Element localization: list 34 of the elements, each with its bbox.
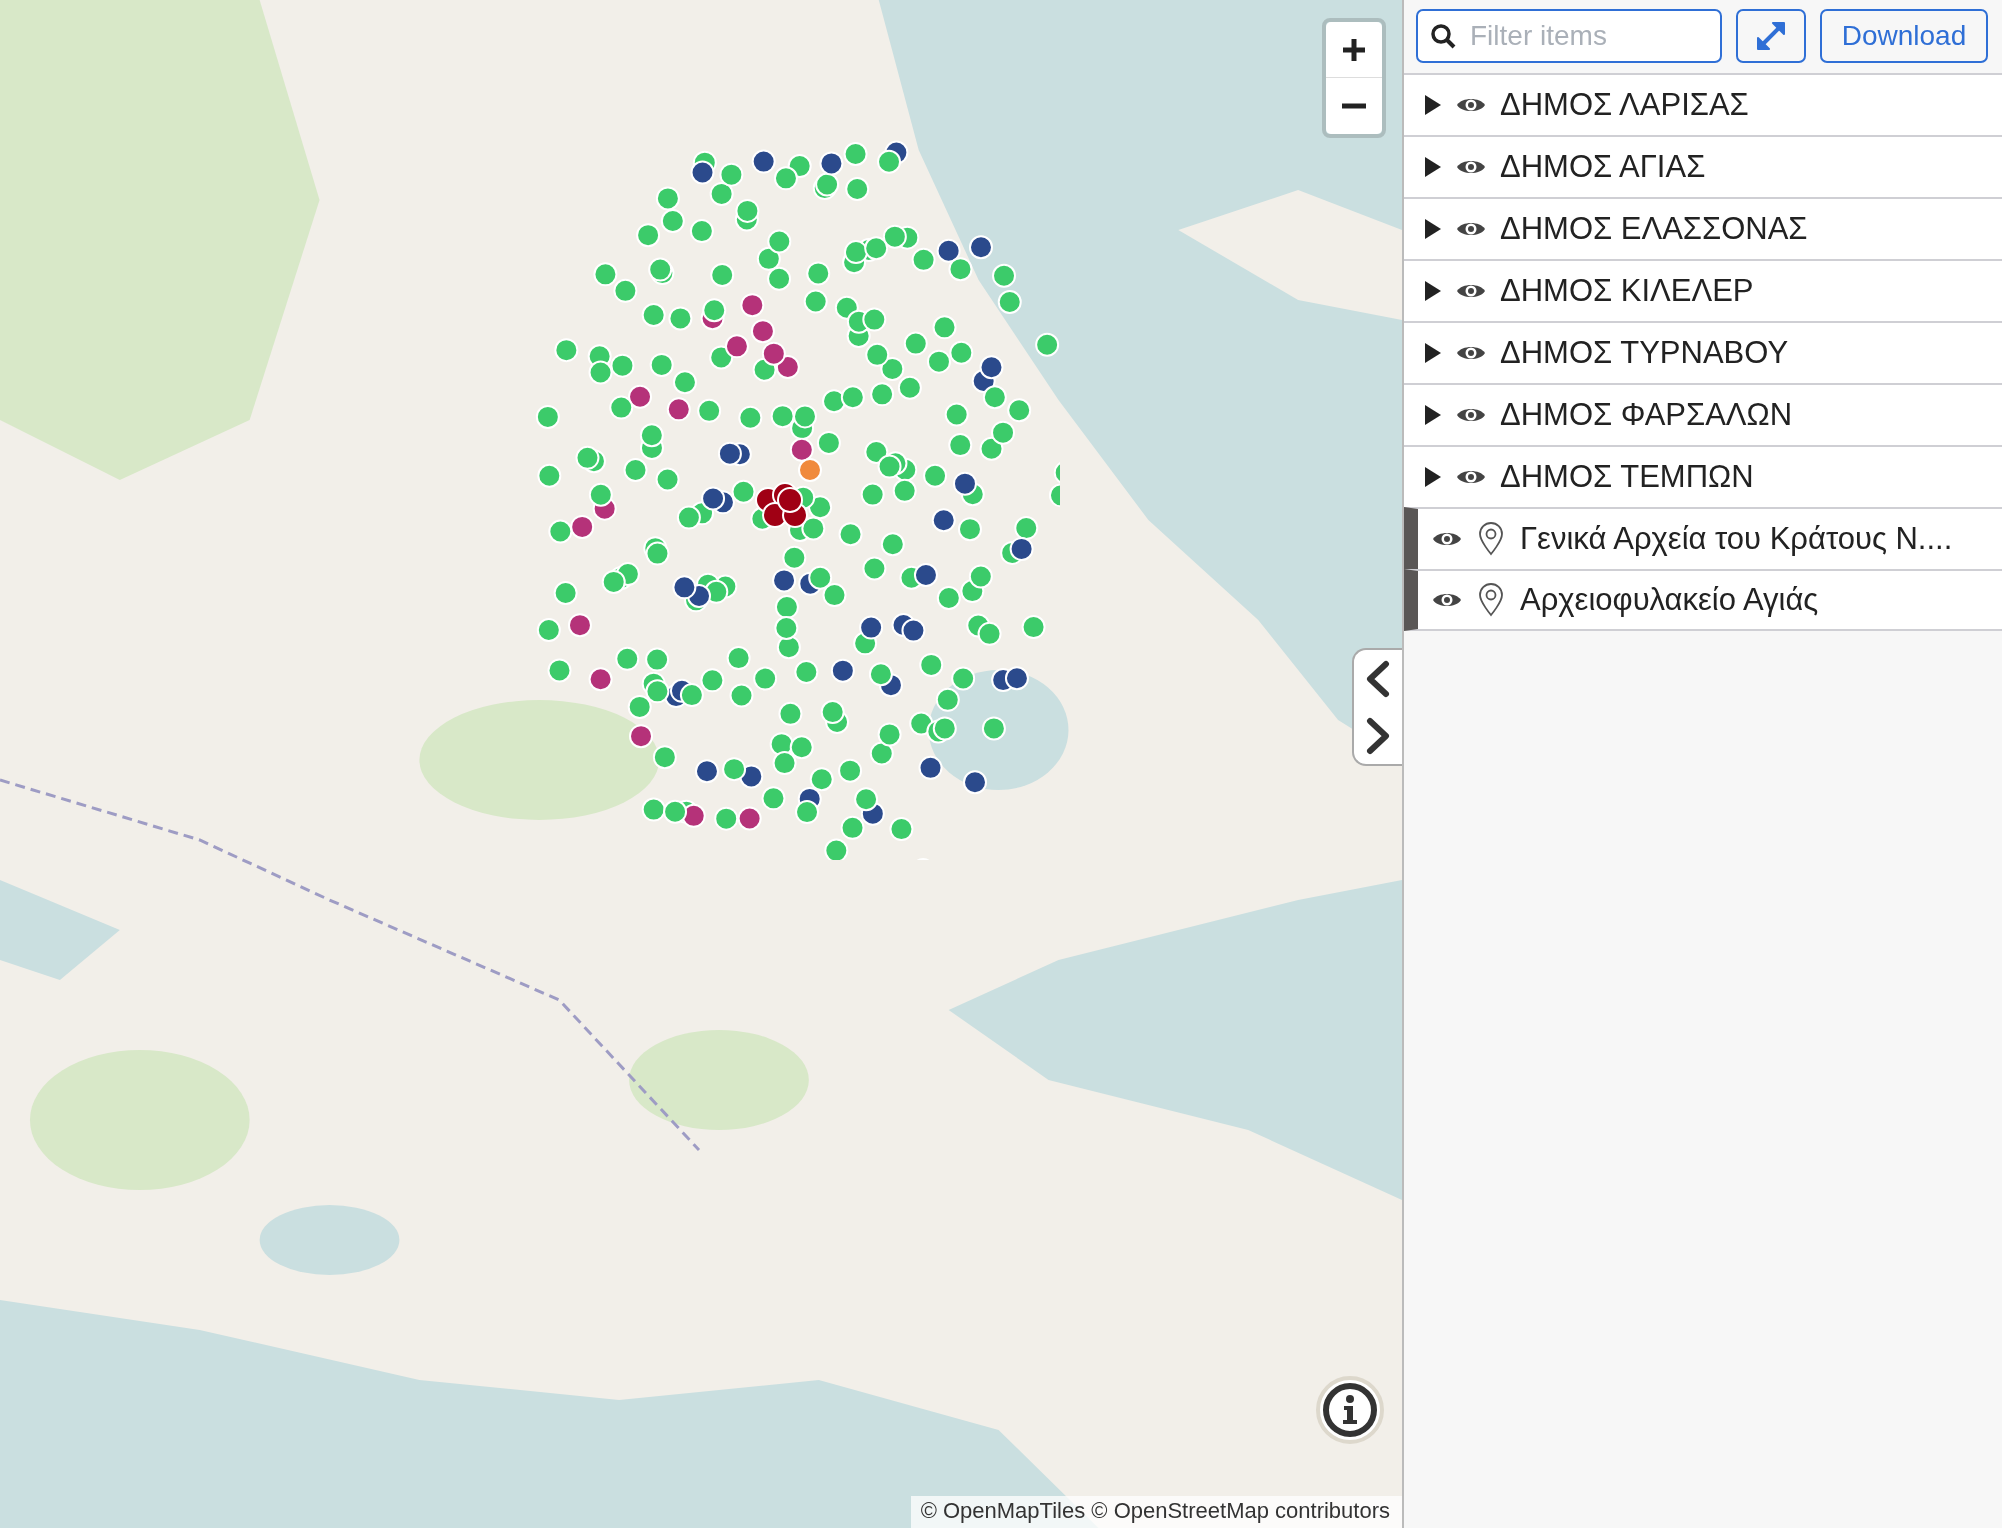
tree-item[interactable]: ΔΗΜΟΣ ΛΑΡΙΣΑΣ: [1404, 73, 2002, 135]
fullscreen-button[interactable]: [1736, 9, 1806, 63]
map-attribution: © OpenMapTiles © OpenStreetMap contributors: [910, 1496, 1402, 1528]
zoom-out-button[interactable]: [1326, 78, 1382, 134]
item-label: ΔΗΜΟΣ ΤΕΜΠΩΝ: [1500, 459, 1754, 495]
plus-icon: [1341, 36, 1367, 63]
minus-icon: [1341, 103, 1367, 109]
tree-item[interactable]: ΔΗΜΟΣ ΕΛΑΣΣΟΝΑΣ: [1404, 197, 2002, 259]
info-icon: [1322, 1382, 1378, 1438]
zoom-in-button[interactable]: [1326, 22, 1382, 78]
item-label: Γενικά Αρχεία του Κράτους Ν....: [1520, 521, 1953, 557]
chevron-left-icon: [1364, 659, 1392, 698]
item-label: ΔΗΜΟΣ ΑΓΙΑΣ: [1500, 149, 1706, 185]
panel-toggle[interactable]: [1352, 648, 1402, 766]
item-label: ΔΗΜΟΣ ΚΙΛΕΛΕΡ: [1500, 273, 1754, 309]
expand-arrows-icon: [1754, 19, 1788, 53]
search-icon: [1430, 23, 1456, 49]
tree-item[interactable]: ΔΗΜΟΣ ΑΓΙΑΣ: [1404, 135, 2002, 197]
item-label: Αρχειοφυλακείο Αγιάς: [1520, 582, 1819, 618]
search-field[interactable]: Filter items: [1416, 9, 1722, 63]
item-label: ΔΗΜΟΣ ΛΑΡΙΣΑΣ: [1500, 87, 1749, 123]
chevron-right-icon: [1364, 716, 1392, 755]
map-pin-icon: [1478, 522, 1504, 556]
tree-item[interactable]: ΔΗΜΟΣ ΚΙΛΕΛΕΡ: [1404, 259, 2002, 321]
place-item[interactable]: Γενικά Αρχεία του Κράτους Ν....: [1404, 507, 2002, 569]
download-button[interactable]: Download: [1820, 9, 1988, 63]
map-pin-icon: [1478, 583, 1504, 617]
tree-item[interactable]: ΔΗΜΟΣ ΤΥΡΝΑΒΟΥ: [1404, 321, 2002, 383]
tree-item[interactable]: ΔΗΜΟΣ ΤΕΜΠΩΝ: [1404, 445, 2002, 507]
item-label: ΔΗΜΟΣ ΦΑΡΣΑΛΩΝ: [1500, 397, 1793, 433]
place-item[interactable]: Αρχειοφυλακείο Αγιάς: [1404, 569, 2002, 631]
item-label: ΔΗΜΟΣ ΕΛΑΣΣΟΝΑΣ: [1500, 211, 1808, 247]
item-label: ΔΗΜΟΣ ΤΥΡΝΑΒΟΥ: [1500, 335, 1789, 371]
tree-item[interactable]: ΔΗΜΟΣ ΦΑΡΣΑΛΩΝ: [1404, 383, 2002, 445]
